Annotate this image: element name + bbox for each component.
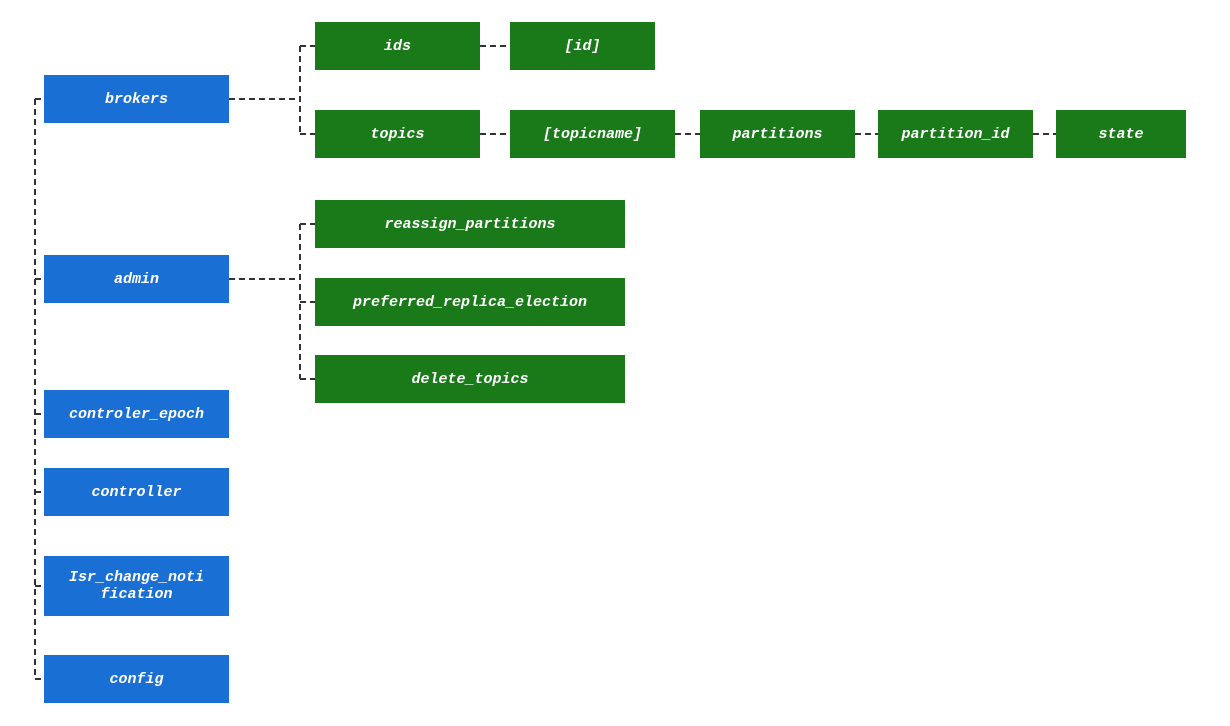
node-ids: ids bbox=[315, 22, 480, 70]
node-partitions: partitions bbox=[700, 110, 855, 158]
diagram-container: brokers admin controler_epoch controller… bbox=[0, 0, 1230, 726]
node-state: state bbox=[1056, 110, 1186, 158]
node-id: [id] bbox=[510, 22, 655, 70]
node-reassign-partitions: reassign_partitions bbox=[315, 200, 625, 248]
node-topicname: [topicname] bbox=[510, 110, 675, 158]
node-config: config bbox=[44, 655, 229, 703]
node-admin: admin bbox=[44, 255, 229, 303]
node-brokers: brokers bbox=[44, 75, 229, 123]
node-partition-id: partition_id bbox=[878, 110, 1033, 158]
node-preferred-replica-election: preferred_replica_election bbox=[315, 278, 625, 326]
node-controller: controller bbox=[44, 468, 229, 516]
node-delete-topics: delete_topics bbox=[315, 355, 625, 403]
node-isr-change-notification: Isr_change_noti fication bbox=[44, 556, 229, 616]
node-topics: topics bbox=[315, 110, 480, 158]
node-controler-epoch: controler_epoch bbox=[44, 390, 229, 438]
